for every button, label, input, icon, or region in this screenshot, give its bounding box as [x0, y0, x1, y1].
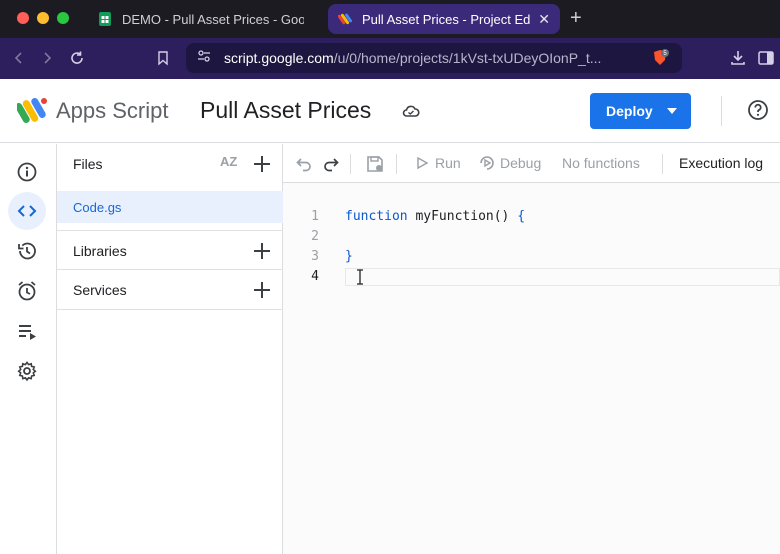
- settings-gear-icon[interactable]: [8, 352, 46, 390]
- line-number: 1: [311, 209, 319, 224]
- deploy-label: Deploy: [606, 103, 653, 119]
- services-title: Services: [73, 281, 127, 298]
- sidebar-toggle-icon[interactable]: [755, 47, 777, 69]
- libraries-title: Libraries: [73, 242, 127, 259]
- redo-icon[interactable]: [322, 154, 340, 172]
- code-line: 2: [283, 227, 780, 247]
- execution-log-button[interactable]: Execution log: [679, 155, 763, 171]
- new-tab-button[interactable]: +: [570, 7, 582, 29]
- code-text[interactable]: function myFunction() {: [345, 207, 525, 227]
- close-brace: }: [345, 249, 353, 264]
- code-editor[interactable]: 1 function myFunction() { 2 3 } 4: [283, 183, 780, 554]
- sheets-icon: [98, 12, 112, 26]
- download-icon[interactable]: [727, 47, 749, 69]
- app-header: Apps Script Pull Asset Prices Deploy: [0, 79, 780, 143]
- line-number: 3: [311, 249, 319, 264]
- debug-button[interactable]: Debug: [500, 155, 541, 171]
- code-text[interactable]: }: [345, 247, 353, 267]
- sort-az-icon[interactable]: AZ: [220, 154, 237, 169]
- chevron-down-icon: [667, 108, 677, 114]
- deploy-button[interactable]: Deploy: [590, 93, 691, 129]
- cloud-saved-icon: [401, 101, 421, 121]
- overview-icon[interactable]: [8, 153, 46, 191]
- editor-icon[interactable]: [8, 192, 46, 230]
- editor-toolbar: Run Debug No functions Execution log: [283, 144, 780, 183]
- apps-script-icon: [338, 12, 352, 26]
- files-header: Files: [57, 144, 283, 183]
- app-name: Apps Script: [56, 98, 169, 123]
- libraries-header: Libraries: [57, 231, 283, 270]
- add-library-plus-icon[interactable]: [252, 241, 272, 261]
- left-nav-rail: [0, 144, 57, 554]
- header-divider: [721, 96, 722, 126]
- url-text: script.google.com/u/0/home/projects/1kVs…: [224, 50, 636, 66]
- forward-icon[interactable]: [36, 47, 58, 69]
- browser-nav-bar: script.google.com/u/0/home/projects/1kVs…: [0, 38, 780, 79]
- toolbar-divider: [350, 154, 351, 174]
- triggers-alarm-icon[interactable]: [8, 272, 46, 310]
- add-file-plus-icon[interactable]: [252, 154, 272, 174]
- toolbar-divider: [662, 154, 663, 174]
- bookmark-icon[interactable]: [152, 47, 174, 69]
- project-title[interactable]: Pull Asset Prices: [200, 97, 371, 124]
- files-title: Files: [73, 155, 103, 172]
- open-brace: {: [517, 209, 526, 224]
- file-item-code-gs[interactable]: Code.gs: [57, 191, 283, 223]
- reload-icon[interactable]: [66, 47, 88, 69]
- services-header: Services: [57, 270, 283, 309]
- debug-icon[interactable]: [478, 154, 496, 172]
- keyword: function: [345, 209, 408, 224]
- undo-icon[interactable]: [295, 154, 313, 172]
- maximize-window-button[interactable]: [57, 12, 69, 24]
- address-bar[interactable]: script.google.com/u/0/home/projects/1kVs…: [186, 43, 682, 73]
- divider: [57, 309, 283, 310]
- url-path: /u/0/home/projects/1kVst-txUDeyOIonP_t..…: [333, 50, 602, 66]
- add-service-plus-icon[interactable]: [252, 280, 272, 300]
- run-button[interactable]: Run: [435, 155, 461, 171]
- browser-tab-sheets[interactable]: DEMO - Pull Asset Prices - Googl: [88, 4, 314, 34]
- site-settings-icon[interactable]: [196, 48, 212, 69]
- minimize-window-button[interactable]: [37, 12, 49, 24]
- function-name: myFunction(): [407, 209, 518, 224]
- history-icon[interactable]: [8, 232, 46, 270]
- line-number: 4: [311, 269, 319, 284]
- tab-title: DEMO - Pull Asset Prices - Googl: [122, 11, 304, 27]
- help-icon[interactable]: [747, 99, 769, 121]
- run-play-icon[interactable]: [415, 156, 433, 174]
- files-panel: Files AZ Code.gs Libraries Services: [57, 144, 283, 554]
- brave-shield-icon[interactable]: 5: [650, 48, 670, 68]
- code-line: 1 function myFunction() {: [283, 207, 780, 227]
- function-select[interactable]: No functions: [562, 155, 640, 171]
- code-line: 3 }: [283, 247, 780, 267]
- save-icon[interactable]: [365, 154, 383, 172]
- file-name: Code.gs: [73, 199, 122, 215]
- url-host: script.google.com: [224, 50, 334, 66]
- tab-title: Pull Asset Prices - Project Ed: [362, 11, 531, 27]
- line-number: 2: [311, 229, 319, 244]
- back-icon[interactable]: [8, 47, 30, 69]
- browser-tab-apps-script[interactable]: Pull Asset Prices - Project Ed ✕: [328, 4, 560, 34]
- toolbar-divider: [396, 154, 397, 174]
- close-tab-icon[interactable]: ✕: [538, 11, 550, 28]
- text-cursor-icon: [356, 269, 364, 285]
- apps-script-logo-icon: [15, 96, 49, 126]
- executions-icon[interactable]: [8, 312, 46, 350]
- close-window-button[interactable]: [17, 12, 29, 24]
- browser-tab-bar: DEMO - Pull Asset Prices - Googl Pull As…: [0, 0, 780, 38]
